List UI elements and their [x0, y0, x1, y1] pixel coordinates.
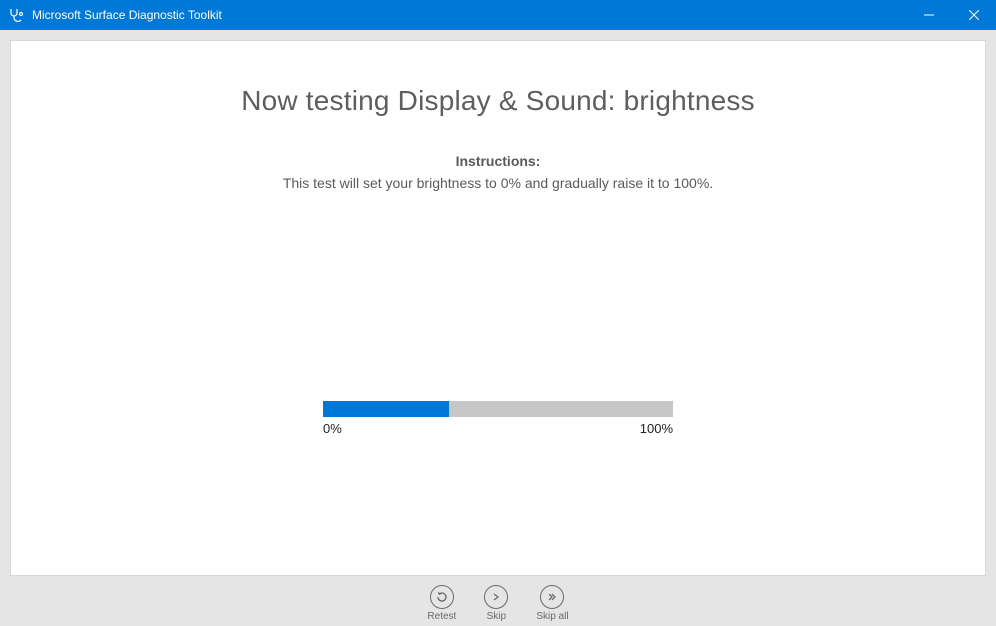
retest-button[interactable]: Retest — [427, 585, 456, 622]
content-card: Now testing Display & Sound: brightness … — [10, 40, 986, 576]
outer-frame: Now testing Display & Sound: brightness … — [0, 30, 996, 626]
progress-bar: 0% 100% — [323, 401, 673, 436]
progress-track — [323, 401, 673, 417]
skip-all-icon — [540, 585, 564, 609]
progress-labels: 0% 100% — [323, 421, 673, 436]
progress-max-label: 100% — [640, 421, 673, 436]
instructions-block: Instructions: This test will set your br… — [283, 153, 713, 191]
page-heading: Now testing Display & Sound: brightness — [241, 85, 755, 117]
instructions-label: Instructions: — [283, 153, 713, 169]
retest-label: Retest — [427, 611, 456, 622]
skip-button[interactable]: Skip — [484, 585, 508, 622]
skip-all-button[interactable]: Skip all — [536, 585, 568, 622]
instructions-body: This test will set your brightness to 0%… — [283, 175, 713, 191]
progress-fill — [323, 401, 449, 417]
skip-icon — [484, 585, 508, 609]
stethoscope-icon — [8, 7, 24, 23]
retest-icon — [430, 585, 454, 609]
minimize-button[interactable] — [906, 0, 951, 30]
titlebar: Microsoft Surface Diagnostic Toolkit — [0, 0, 996, 30]
window-controls — [906, 0, 996, 30]
app-title: Microsoft Surface Diagnostic Toolkit — [32, 8, 906, 22]
close-button[interactable] — [951, 0, 996, 30]
skip-all-label: Skip all — [536, 611, 568, 622]
skip-label: Skip — [487, 611, 506, 622]
progress-min-label: 0% — [323, 421, 342, 436]
footer-bar: Retest Skip Skip all — [10, 576, 986, 626]
